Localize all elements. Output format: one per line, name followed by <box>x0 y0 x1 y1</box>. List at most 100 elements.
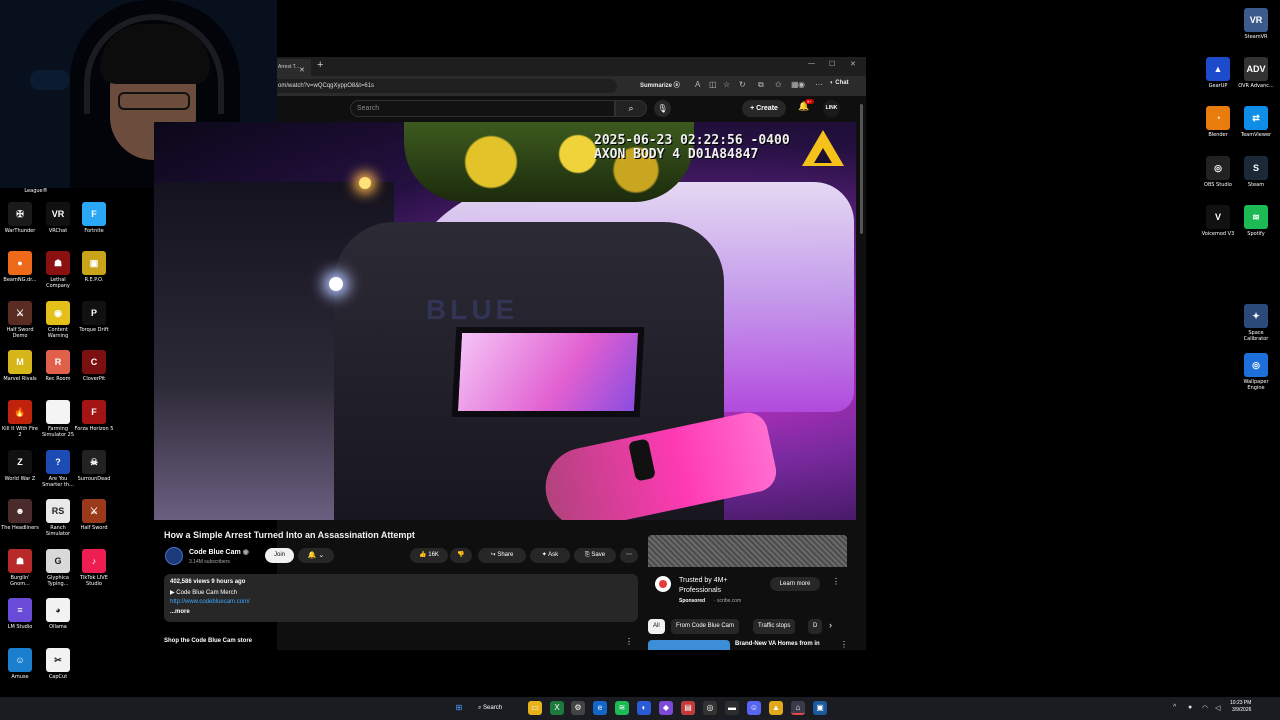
desktop-icon-capcut[interactable]: ✂ CapCut <box>38 648 78 680</box>
terminal-icon[interactable]: ▬ <box>725 701 739 715</box>
tray-overflow-icon[interactable]: ^ <box>1173 704 1176 711</box>
read-aloud-icon[interactable]: A <box>695 80 700 89</box>
url-field[interactable]: om/watch?v=wQCqgXyppO8&t=61s <box>277 79 617 93</box>
app-icon-4[interactable]: ▣ <box>813 701 827 715</box>
desktop-icon-amuse[interactable]: ☺ Amuse <box>0 648 40 680</box>
desktop-icon-half-sword[interactable]: ⚔ Half Sword <box>74 499 114 531</box>
channel-website-link[interactable]: http://www.codebluecam.com/ <box>170 599 250 605</box>
split-screen-icon[interactable]: ◫ <box>709 80 717 89</box>
dislike-button[interactable]: 👎 <box>450 548 472 563</box>
desktop-icon-world-war-z[interactable]: Z World War Z <box>0 450 40 482</box>
refresh-icon[interactable]: ↻ <box>739 80 746 89</box>
chatgpt-icon[interactable]: ◎ <box>703 701 717 715</box>
search-icon[interactable]: ⌕ <box>615 100 647 117</box>
desktop-icon-kill-it-with-fire-2[interactable]: 🔥 Kill It With Fire 2 <box>0 400 40 438</box>
desktop-icon-burglin-gnom[interactable]: ☗ Burglin' Gnom... <box>0 549 40 587</box>
account-avatar[interactable]: LINK <box>823 100 840 117</box>
recommendation-title[interactable]: Brand-New VA Homes from in <box>735 641 820 647</box>
favorite-star-icon[interactable]: ☆ <box>723 80 730 89</box>
minimize-icon[interactable]: — <box>808 60 815 67</box>
desktop-icon-fortnite[interactable]: F Fortnite <box>74 202 114 234</box>
video-player[interactable]: BLUE 2025-06-23 02:22:56 -0400 AXON BODY… <box>154 122 856 520</box>
extensions-icon[interactable]: ⧉ <box>758 80 764 90</box>
chip-partial[interactable]: D <box>808 619 822 634</box>
desktop-icon-obs-studio[interactable]: ◎ OBS Studio <box>1198 156 1238 188</box>
close-window-icon[interactable]: ✕ <box>850 60 856 68</box>
desktop-icon-vrchat[interactable]: VR VRChat <box>38 202 78 234</box>
clock[interactable]: 10:23 PM 3/9/2026 <box>1230 700 1251 714</box>
description-box[interactable]: 402,586 views 9 hours ago ▶ Code Blue Ca… <box>164 574 638 622</box>
desktop-icon-content-warning[interactable]: ◉ Content Warning <box>38 301 78 339</box>
browser-tab[interactable]: Arrest T... ✕ <box>277 59 311 76</box>
desktop-icon-space-calibrator[interactable]: ✦ Space Calibrator <box>1236 304 1276 342</box>
desktop-icon-lm-studio[interactable]: ≡ LM Studio <box>0 598 40 630</box>
excel-icon[interactable]: X <box>550 701 564 715</box>
desktop-icon-are-you-smarter-th[interactable]: ? Are You Smarter th... <box>38 450 78 488</box>
desktop-icon-lethal-company[interactable]: ☗ Lethal Company <box>38 251 78 289</box>
channel-name[interactable]: Code Blue Cam ◉ <box>189 548 249 556</box>
spotify-icon[interactable]: ≋ <box>615 701 629 715</box>
settings-icon[interactable]: ⚙ <box>571 701 585 715</box>
close-tab-icon[interactable]: ✕ <box>299 62 305 76</box>
chip-from-channel[interactable]: From Code Blue Cam <box>671 619 740 634</box>
active-app-icon[interactable]: ⌂ <box>791 701 805 715</box>
maximize-icon[interactable]: ☐ <box>829 60 835 68</box>
share-button[interactable]: ↪ Share <box>478 548 526 563</box>
recommendation-more-icon[interactable]: ⋮ <box>840 640 848 649</box>
learn-more-button[interactable]: Learn more <box>770 577 820 591</box>
shop-more-icon[interactable]: ⋮ <box>625 637 633 646</box>
desktop-icon-half-sword-demo[interactable]: ⚔ Half Sword Demo <box>0 301 40 339</box>
desktop-icon-teamviewer[interactable]: ⇄ TeamViewer <box>1236 106 1276 138</box>
join-button[interactable]: Join <box>265 548 294 563</box>
chevron-right-icon[interactable]: › <box>829 620 832 630</box>
page-scrollbar[interactable] <box>858 96 866 650</box>
desktop-icon-tiktok-live-studio[interactable]: ♪ TikTok LIVE Studio <box>74 549 114 587</box>
desktop-icon-steam[interactable]: S Steam <box>1236 156 1276 188</box>
like-button[interactable]: 👍 16K <box>410 548 448 563</box>
desktop-icon-wallpaper-engine[interactable]: ◎ Wallpaper Engine <box>1236 353 1276 391</box>
favorites-icon[interactable]: ✩ <box>775 80 782 89</box>
tray-icon-1[interactable]: ● <box>1188 704 1192 711</box>
notification-preferences-button[interactable]: 🔔 ⌄ <box>298 548 334 563</box>
channel-avatar[interactable] <box>165 547 183 565</box>
more-menu-icon[interactable]: ⋯ <box>815 80 823 89</box>
show-more-link[interactable]: ...more <box>170 609 190 615</box>
volume-icon[interactable]: ◁ <box>1215 704 1220 712</box>
desktop-icon-gearup[interactable]: ▲ GearUP <box>1198 57 1238 89</box>
microphone-icon[interactable]: 🎙 <box>654 100 671 117</box>
desktop-icon-forza-horizon-5[interactable]: F Forza Horizon 5 <box>74 400 114 432</box>
new-tab-icon[interactable]: + <box>317 59 323 71</box>
ask-button[interactable]: ✦ Ask <box>530 548 570 563</box>
summarize-button[interactable]: Summarize ⓐ <box>640 80 680 89</box>
desktop-icon-steamvr[interactable]: VR SteamVR <box>1236 8 1276 40</box>
desktop-icon-warthunder[interactable]: ✠ WarThunder <box>0 202 40 234</box>
desktop-icon-voicemod-v3[interactable]: V Voicemod V3 <box>1198 205 1238 237</box>
ad-card[interactable]: Trusted by 4M+ Professionals Sponsored ·… <box>648 567 847 612</box>
desktop-icon-rec-room[interactable]: R Rec Room <box>38 350 78 382</box>
desktop-icon-ovr-advanc[interactable]: ADV OVR Advanc... <box>1236 57 1276 89</box>
app-icon-1[interactable]: ◆ <box>659 701 673 715</box>
recommendation-thumbnail[interactable] <box>648 640 730 650</box>
desktop-icon-the-headliners[interactable]: ☻ The Headliners <box>0 499 40 531</box>
taskbar-search[interactable]: ⌕ Search <box>478 702 518 715</box>
copilot-icon[interactable]: ◐ <box>637 701 651 715</box>
desktop-icon-farming-simulator-25[interactable]: Farming Simulator 25 <box>38 400 78 438</box>
ad-banner-image[interactable] <box>648 535 847 567</box>
start-icon[interactable]: ⊞ <box>452 701 466 715</box>
desktop-icon-surroundead[interactable]: ☠ SurrounDead <box>74 450 114 482</box>
more-actions-button[interactable]: ⋯ <box>620 548 638 563</box>
wifi-icon[interactable]: ◠ <box>1202 704 1208 712</box>
copilot-chat-button[interactable]: ◐ Chat <box>830 80 849 86</box>
chip-all[interactable]: All <box>648 619 665 634</box>
save-button[interactable]: ⎘ Save <box>574 548 616 563</box>
desktop-icon-torque-drift[interactable]: P Torque Drift <box>74 301 114 333</box>
desktop-icon-glyphica-typing[interactable]: G Glyphica Typing... <box>38 549 78 587</box>
ad-more-icon[interactable]: ⋮ <box>832 577 840 586</box>
chip-traffic-stops[interactable]: Traffic stops <box>753 619 796 634</box>
app-icon-2[interactable]: ▤ <box>681 701 695 715</box>
edge-icon[interactable]: e <box>593 701 607 715</box>
desktop-icon-blender[interactable]: ◔ Blender <box>1198 106 1238 138</box>
desktop-icon-ranch-simulator[interactable]: RS Ranch Simulator <box>38 499 78 537</box>
file-explorer-icon[interactable]: ▭ <box>528 701 542 715</box>
app-icon-3[interactable]: ▲ <box>769 701 783 715</box>
